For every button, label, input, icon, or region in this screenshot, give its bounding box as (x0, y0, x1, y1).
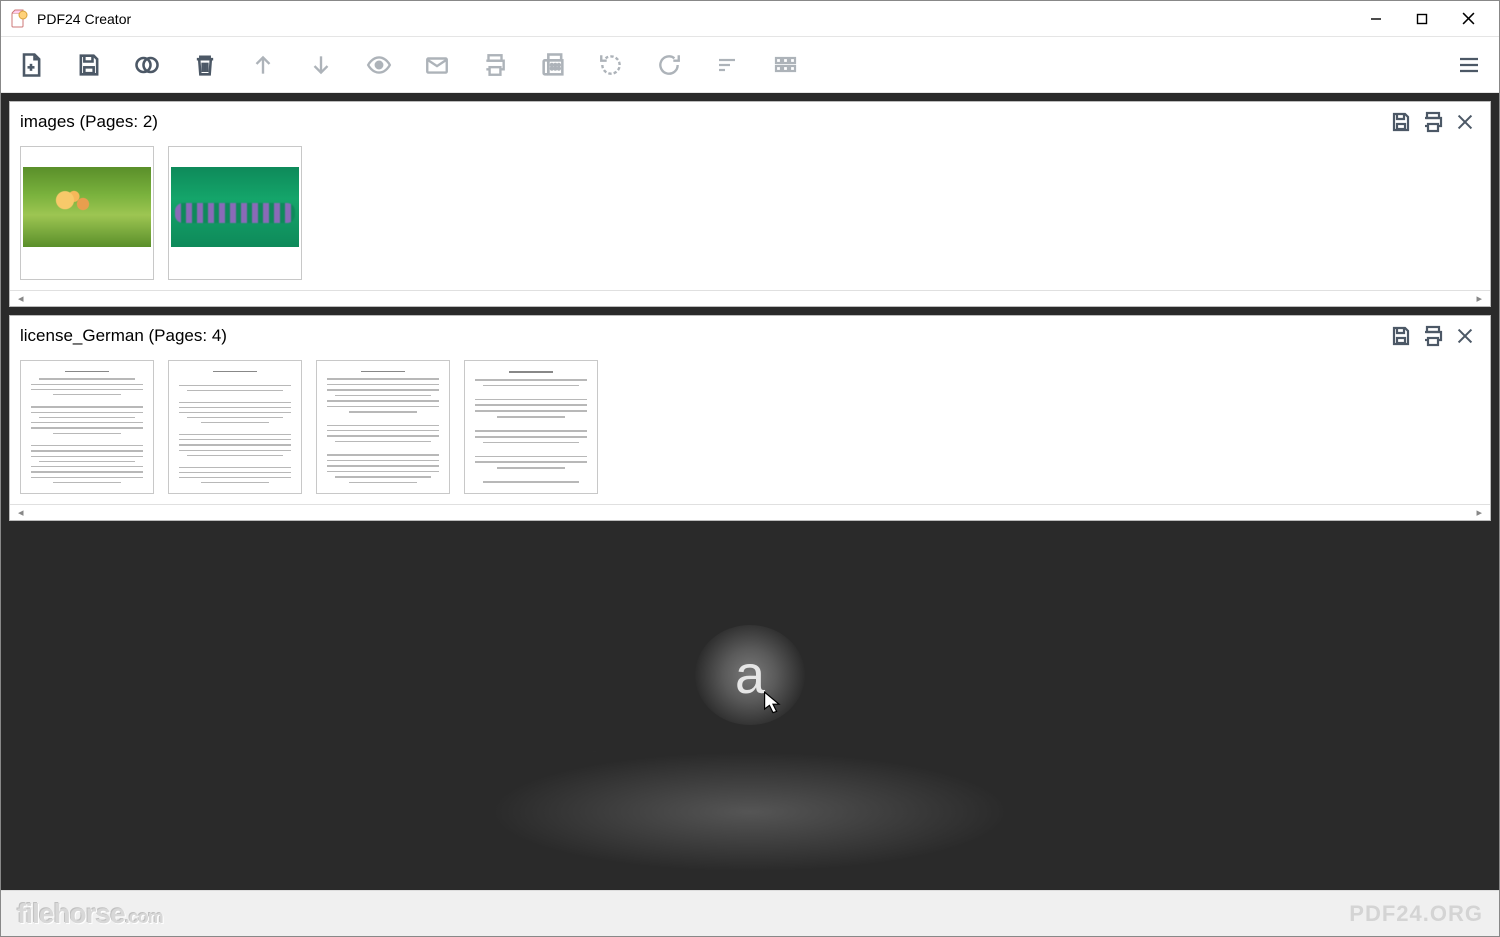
pdf24-link[interactable]: PDF24.ORG (1349, 901, 1483, 927)
maximize-button[interactable] (1399, 1, 1445, 37)
page-thumbnail[interactable] (20, 146, 154, 280)
app-title: PDF24 Creator (37, 11, 131, 27)
scroll-right-icon[interactable]: ▸ (1476, 506, 1482, 519)
merge-button[interactable] (127, 45, 167, 85)
drop-zone-icon: a (695, 625, 805, 725)
titlebar: PDF24 Creator (1, 1, 1499, 37)
email-button[interactable] (417, 45, 457, 85)
document-header: images (Pages: 2) (10, 102, 1490, 136)
document-print-button[interactable] (1418, 108, 1448, 136)
print-button[interactable] (475, 45, 515, 85)
scroll-right-icon[interactable]: ▸ (1476, 292, 1482, 305)
scroll-left-icon[interactable]: ◂ (18, 292, 24, 305)
horizontal-scrollbar[interactable]: ◂▸ (10, 290, 1490, 306)
workspace: images (Pages: 2) ◂▸ (1, 93, 1499, 890)
filehorse-watermark: filehorse.com (17, 898, 163, 930)
move-down-button[interactable] (301, 45, 341, 85)
app-window: PDF24 Creator (0, 0, 1500, 937)
rotate-right-button[interactable] (649, 45, 689, 85)
save-button[interactable] (69, 45, 109, 85)
new-file-button[interactable] (11, 45, 51, 85)
image-thumbnail (23, 167, 151, 247)
document-panel[interactable]: images (Pages: 2) ◂▸ (9, 101, 1491, 307)
minimize-button[interactable] (1353, 1, 1399, 37)
thumbnail-strip (10, 136, 1490, 290)
rotate-left-button[interactable] (591, 45, 631, 85)
document-save-button[interactable] (1386, 108, 1416, 136)
hamburger-menu-button[interactable] (1449, 45, 1489, 85)
scroll-left-icon[interactable]: ◂ (18, 506, 24, 519)
thumbnail-strip (10, 350, 1490, 504)
document-title: images (Pages: 2) (20, 112, 158, 132)
drop-zone[interactable]: a Drop a document here to edit it (9, 529, 1491, 882)
cursor-icon (763, 691, 783, 720)
document-save-button[interactable] (1386, 322, 1416, 350)
drop-zone-hint: Drop a document here to edit it (587, 761, 912, 787)
toolbar (1, 37, 1499, 93)
window-controls (1353, 1, 1491, 37)
document-header: license_German (Pages: 4) (10, 316, 1490, 350)
document-close-button[interactable] (1450, 322, 1480, 350)
app-icon (9, 9, 29, 29)
page-thumbnail[interactable] (168, 360, 302, 494)
image-thumbnail (171, 167, 299, 247)
document-title: license_German (Pages: 4) (20, 326, 227, 346)
page-thumbnail[interactable] (464, 360, 598, 494)
close-button[interactable] (1445, 1, 1491, 37)
page-thumbnail[interactable] (316, 360, 450, 494)
page-thumbnail[interactable] (20, 360, 154, 494)
delete-button[interactable] (185, 45, 225, 85)
grid-button[interactable] (765, 45, 805, 85)
horizontal-scrollbar[interactable]: ◂▸ (10, 504, 1490, 520)
document-print-button[interactable] (1418, 322, 1448, 350)
sort-button[interactable] (707, 45, 747, 85)
page-thumbnail[interactable] (168, 146, 302, 280)
document-close-button[interactable] (1450, 108, 1480, 136)
footer: filehorse.com PDF24.ORG (1, 890, 1499, 936)
fax-button[interactable] (533, 45, 573, 85)
document-panel[interactable]: license_German (Pages: 4) (9, 315, 1491, 521)
preview-button[interactable] (359, 45, 399, 85)
move-up-button[interactable] (243, 45, 283, 85)
